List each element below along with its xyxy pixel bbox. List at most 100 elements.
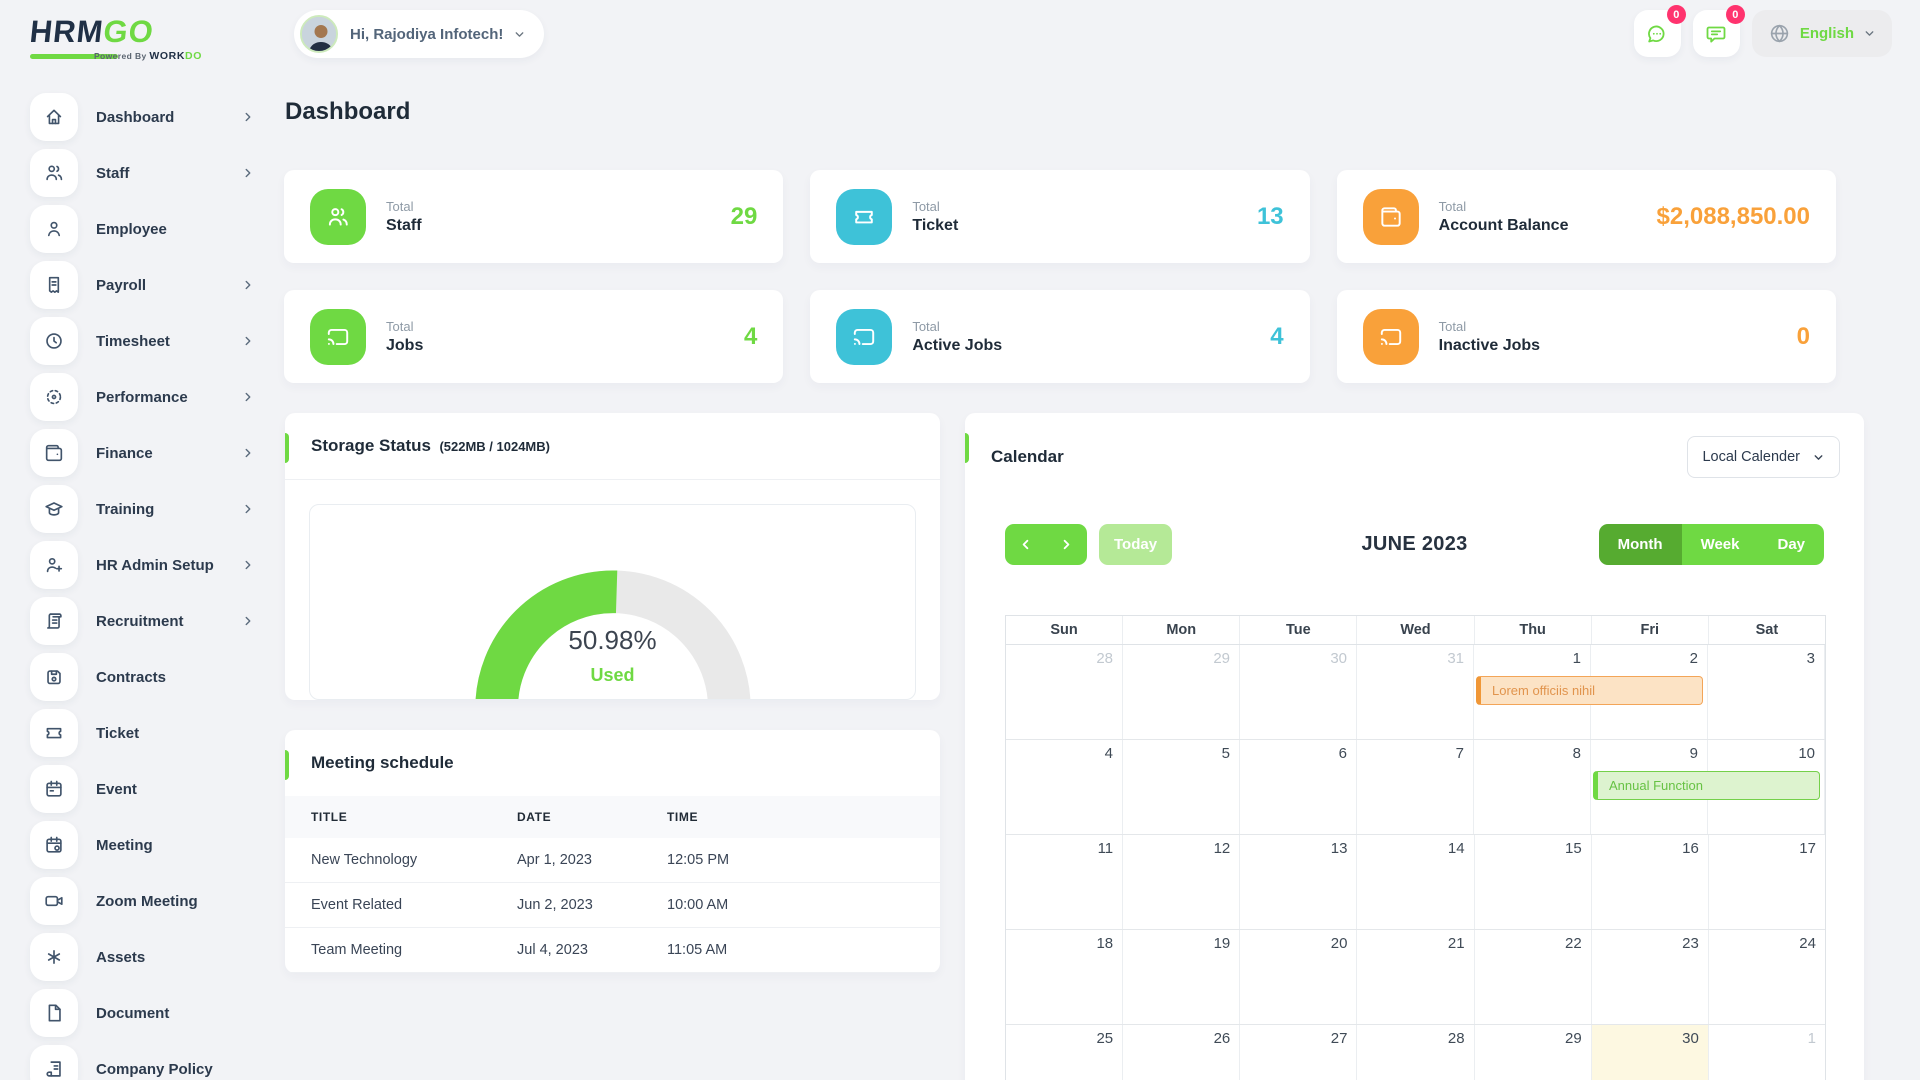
calendar-day-cell[interactable]: 27 [1240, 1025, 1357, 1080]
app-logo[interactable]: HRMGO Powered By WORKDO [30, 16, 190, 59]
sidebar-item-assets[interactable]: Assets [30, 933, 255, 981]
day-number: 1 [1808, 1030, 1816, 1047]
calendar-day-cell[interactable]: 11 [1006, 835, 1123, 929]
calendar-day-cell[interactable]: 24 [1709, 930, 1825, 1024]
sidebar-item-finance[interactable]: Finance [30, 429, 255, 477]
sidebar-item-employee[interactable]: Employee [30, 205, 255, 253]
chevron-right-icon [241, 390, 255, 404]
calendar-day-cell[interactable]: 26 [1123, 1025, 1240, 1080]
calendar-day-cell[interactable]: 3 [1708, 645, 1825, 739]
calendar-day-cell[interactable]: 19 [1123, 930, 1240, 1024]
calendar-prev-button[interactable] [1005, 524, 1046, 565]
day-number: 27 [1331, 1030, 1348, 1047]
wallet-icon [43, 442, 65, 464]
sidebar-item-contracts[interactable]: Contracts [30, 653, 255, 701]
sidebar-item-meeting[interactable]: Meeting [30, 821, 255, 869]
calendar-view-day[interactable]: Day [1758, 524, 1824, 565]
day-number: 29 [1213, 650, 1230, 667]
sidebar-item-company-policy[interactable]: Company Policy [30, 1045, 255, 1080]
sidebar-item-staff[interactable]: Staff [30, 149, 255, 197]
sidebar-item-label: Training [96, 501, 241, 518]
day-header-wed: Wed [1357, 616, 1474, 644]
day-number: 8 [1573, 745, 1581, 762]
user-icon [43, 218, 65, 240]
calendar-week-3: 111213 14 15 1617 [1006, 835, 1825, 930]
calendar-day-cell[interactable]: 14 [1357, 835, 1474, 929]
calendar-day-cell[interactable]: 28 [1006, 645, 1123, 739]
calendar-day-cell[interactable]: 8 [1474, 740, 1591, 834]
meeting-date: Jun 2, 2023 [517, 897, 667, 913]
calendar-next-button[interactable] [1046, 524, 1087, 565]
users-icon-box [310, 189, 366, 245]
calendar-view-week[interactable]: Week [1682, 524, 1759, 565]
stat-prefix: Total [912, 199, 958, 214]
calendar-day-cell[interactable]: 16 [1592, 835, 1709, 929]
calendar-source-select[interactable]: Local Calender [1687, 436, 1840, 478]
sidebar-item-document[interactable]: Document [30, 989, 255, 1037]
stat-card-inactive-jobs: TotalInactive Jobs0 [1337, 290, 1836, 383]
sidebar-item-recruitment[interactable]: Recruitment [30, 597, 255, 645]
stat-label: Active Jobs [912, 337, 1002, 355]
day-number: 2 [1690, 650, 1698, 667]
calendar-today-button[interactable]: Today [1099, 524, 1172, 565]
sidebar-item-label: HR Admin Setup [96, 557, 241, 574]
calendar-day-cell[interactable]: 28 [1357, 1025, 1474, 1080]
logo-powered-by: Powered By WORKDO [94, 50, 202, 62]
calendar-day-cell[interactable]: 5 [1123, 740, 1240, 834]
calendar-view-month[interactable]: Month [1599, 524, 1682, 565]
day-number: 15 [1565, 840, 1582, 857]
calendar-card: Calendar Local Calender Today JUNE [965, 413, 1864, 1080]
calendar-day-cell[interactable]: 1 [1709, 1025, 1825, 1080]
wallet-icon-box [1363, 189, 1419, 245]
stat-card-jobs: TotalJobs4 [284, 290, 783, 383]
calendar-day-cell[interactable]: 20 [1240, 930, 1357, 1024]
sidebar-item-performance[interactable]: Performance [30, 373, 255, 421]
sidebar-item-ticket[interactable]: Ticket [30, 709, 255, 757]
calendar-day-cell[interactable]: 29 [1475, 1025, 1592, 1080]
calendar-day-cell[interactable]: 22 [1475, 930, 1592, 1024]
users-icon-box [30, 149, 78, 197]
calendar-day-cell[interactable]: 17 [1709, 835, 1825, 929]
sidebar-item-timesheet[interactable]: Timesheet [30, 317, 255, 365]
sidebar-item-hr-admin-setup[interactable]: HR Admin Setup [30, 541, 255, 589]
calendar-nav-group [1005, 524, 1087, 565]
day-header-thu: Thu [1475, 616, 1592, 644]
calendar-day-cell[interactable]: 12 [1123, 835, 1240, 929]
calendar-day-cell[interactable]: 6 [1240, 740, 1357, 834]
calendar-day-cell[interactable]: 4 [1006, 740, 1123, 834]
users-icon [43, 162, 65, 184]
meeting-time: 11:05 AM [667, 942, 940, 958]
calendar-day-cell[interactable]: 30 [1240, 645, 1357, 739]
day-header-sun: Sun [1006, 616, 1123, 644]
stat-label: Inactive Jobs [1439, 337, 1540, 355]
calendar-event[interactable]: Lorem officiis nihil [1476, 676, 1703, 705]
calendar-day-cell[interactable]: 25 [1006, 1025, 1123, 1080]
storage-percent: 50.98% [463, 625, 763, 656]
sidebar-item-training[interactable]: Training [30, 485, 255, 533]
calendar-day-cell[interactable]: 18 [1006, 930, 1123, 1024]
file-icon-box [30, 989, 78, 1037]
calendar-icon [43, 778, 65, 800]
sidebar-item-dashboard[interactable]: Dashboard [30, 93, 255, 141]
calendar-day-cell[interactable]: 15 [1475, 835, 1592, 929]
calendar-day-cell[interactable]: 31 [1357, 645, 1474, 739]
calendar-day-cell[interactable]: 30 [1592, 1025, 1709, 1080]
calendar-day-cell[interactable]: 21 [1357, 930, 1474, 1024]
calendar-event-icon-box [30, 821, 78, 869]
sidebar-item-payroll[interactable]: Payroll [30, 261, 255, 309]
calendar-day-cell[interactable]: 23 [1592, 930, 1709, 1024]
day-number: 14 [1448, 840, 1465, 857]
meeting-title: Team Meeting [285, 942, 517, 958]
calendar-toolbar: Today JUNE 2023 MonthWeekDay [1005, 524, 1824, 565]
sidebar-item-label: Contracts [96, 669, 255, 686]
certificate-icon-box [30, 1045, 78, 1080]
sidebar-item-event[interactable]: Event [30, 765, 255, 813]
calendar-day-cell[interactable]: 7 [1357, 740, 1474, 834]
receipt-icon [43, 274, 65, 296]
calendar-day-cell[interactable]: 13 [1240, 835, 1357, 929]
users-icon [325, 204, 351, 230]
calendar-day-cell[interactable]: 29 [1123, 645, 1240, 739]
main-content: Dashboard TotalStaff29TotalTicket13Total… [285, 0, 1892, 1080]
sidebar-item-zoom-meeting[interactable]: Zoom Meeting [30, 877, 255, 925]
calendar-event[interactable]: Annual Function [1593, 771, 1820, 800]
